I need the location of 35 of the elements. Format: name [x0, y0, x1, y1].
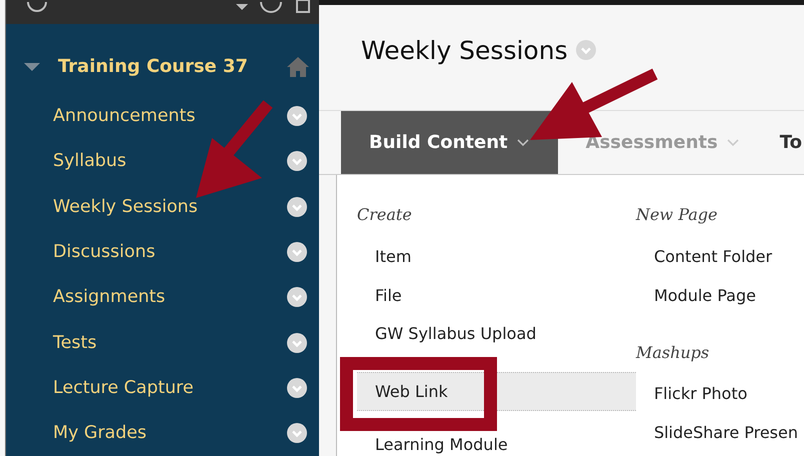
sidebar-link[interactable]: My Grades	[53, 423, 146, 444]
caret-icon	[516, 138, 530, 148]
section-heading: Mashups	[636, 342, 710, 364]
section-heading: Create	[357, 205, 413, 226]
menu-item[interactable]: Web Link	[357, 372, 636, 412]
chevron-circle-icon[interactable]	[287, 332, 307, 353]
chevron-circle-icon[interactable]	[287, 378, 307, 398]
chevron-circle-icon[interactable]	[287, 423, 307, 444]
page-title: Weekly Sessions	[361, 36, 568, 64]
sidebar-link[interactable]: Lecture Capture	[53, 378, 194, 398]
menu-tab[interactable]: To	[768, 111, 802, 174]
course-title[interactable]: Training Course 37	[58, 56, 287, 78]
sidebar-link[interactable]: Assignments	[53, 287, 166, 308]
menu-item[interactable]: GW Syllabus Upload	[357, 314, 636, 354]
menu-item[interactable]: Learning Module	[357, 433, 636, 456]
menu-item[interactable]: File	[357, 276, 636, 315]
chevron-circle-icon[interactable]	[287, 287, 307, 308]
sidebar-link[interactable]: Discussions	[53, 242, 156, 262]
sidebar-link[interactable]: Announcements	[53, 106, 196, 126]
menu-item[interactable]: Module Page	[636, 276, 804, 315]
collapse-triangle-icon[interactable]	[24, 62, 40, 71]
sidebar-link[interactable]: Weekly Sessions	[53, 196, 198, 217]
sidebar-link[interactable]: Syllabus	[53, 151, 126, 172]
menu-tab[interactable]: Build Content	[341, 111, 558, 174]
sidebar-link[interactable]: Tests	[53, 332, 97, 353]
chevron-circle-icon[interactable]	[287, 151, 307, 172]
menu-item[interactable]: Content Folder	[636, 237, 804, 276]
menu-item[interactable]: Flickr Photo	[636, 374, 804, 414]
menu-item[interactable]: Item	[357, 237, 636, 276]
chevron-circle-icon[interactable]	[287, 106, 307, 126]
chevron-circle-icon[interactable]	[287, 196, 307, 217]
menu-item[interactable]: SlideShare Presen	[636, 413, 804, 452]
chevron-circle-icon[interactable]	[287, 242, 307, 262]
caret-icon	[726, 138, 740, 148]
section-heading: New Page	[636, 205, 718, 226]
